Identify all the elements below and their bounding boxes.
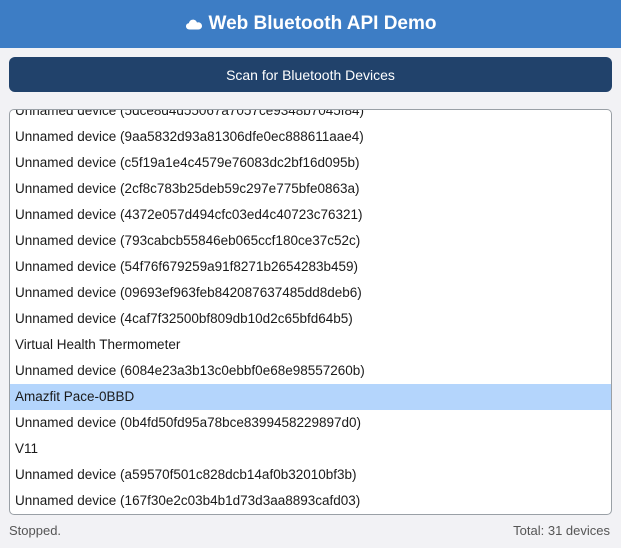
device-list-item[interactable]: Unnamed device (54f76f679259a91f8271b265… (10, 254, 611, 280)
device-list-item[interactable]: Unnamed device (09693ef963feb84208763748… (10, 280, 611, 306)
device-count: Total: 31 devices (513, 523, 610, 538)
device-list-item[interactable]: Unnamed device (167f30e2c03b4b1d73d3aa88… (10, 488, 611, 514)
status-text: Stopped. (9, 523, 62, 538)
page-title: Web Bluetooth API Demo (208, 13, 437, 34)
device-list-item[interactable]: Amazfit Pace-0BBD (10, 384, 611, 410)
device-list-item[interactable]: Unnamed device (6084e23a3b13c0ebbf0e68e9… (10, 358, 611, 384)
device-list-item[interactable]: Unnamed device (5dce8d4d55067a7057ce9348… (10, 110, 611, 124)
device-list-item[interactable]: Unnamed device (a59570f501c828dcb14af0b3… (10, 462, 611, 488)
device-list-item[interactable]: Unnamed device (2cf8c783b25deb59c297e775… (10, 176, 611, 202)
device-list-item[interactable]: Unnamed device (0b4fd50fd95a78bce8399458… (10, 410, 611, 436)
device-list-items: Unnamed device (5dce8d4d55067a7057ce9348… (10, 110, 611, 514)
app-header: Web Bluetooth API Demo (0, 0, 621, 48)
device-list-item[interactable]: Virtual Health Thermometer (10, 332, 611, 358)
device-list-item[interactable]: Unnamed device (793cabcb55846eb065ccf180… (10, 228, 611, 254)
device-list-item[interactable]: Unnamed device (4372e057d494cfc03ed4c407… (10, 202, 611, 228)
device-list[interactable]: Unnamed device (5dce8d4d55067a7057ce9348… (9, 109, 612, 515)
device-list-item[interactable]: Unnamed device (4caf7f32500bf809db10d2c6… (10, 306, 611, 332)
cloud-icon (185, 16, 203, 32)
device-list-item[interactable]: Unnamed device (9aa5832d93a81306dfe0ec88… (10, 124, 611, 150)
device-list-item[interactable]: V11 (10, 436, 611, 462)
device-list-item[interactable]: Unnamed device (c5f19a1e4c4579e76083dc2b… (10, 150, 611, 176)
scan-button[interactable]: Scan for Bluetooth Devices (9, 57, 612, 92)
